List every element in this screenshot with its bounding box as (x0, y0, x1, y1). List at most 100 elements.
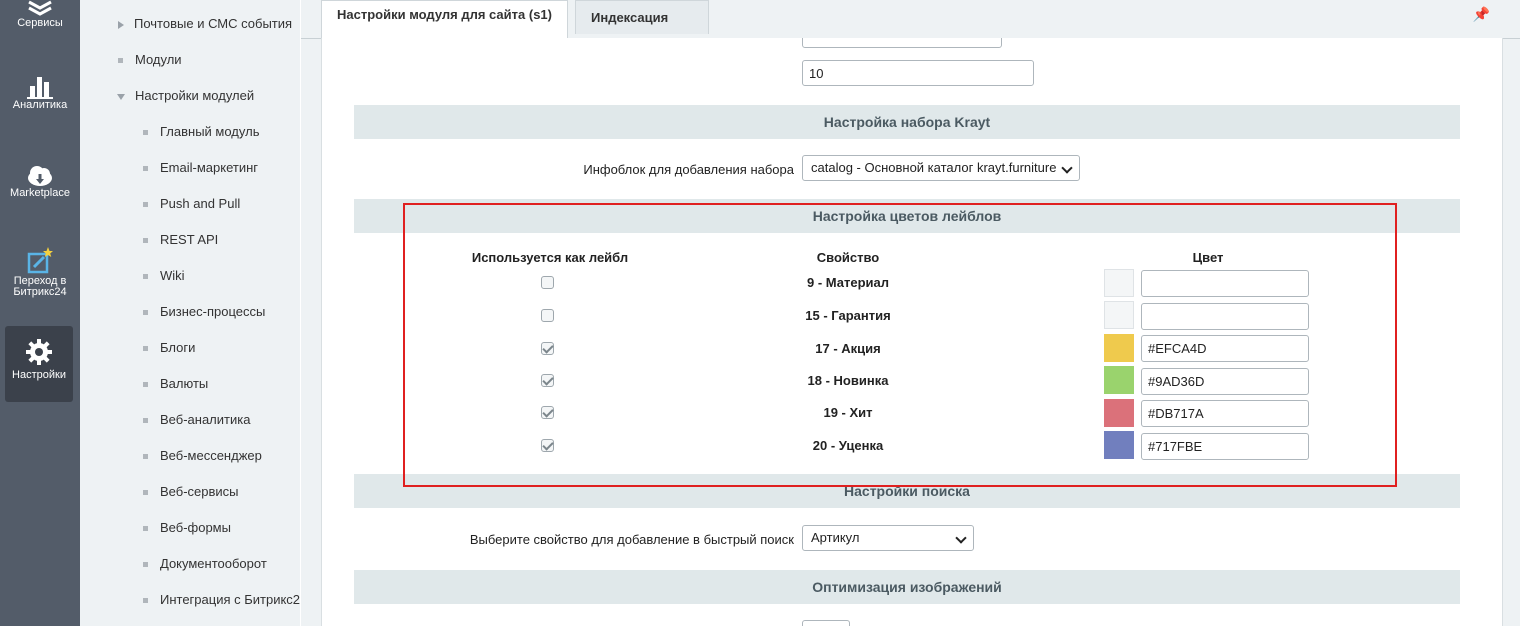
image-option-control[interactable] (802, 620, 850, 626)
menu-item-web-forms[interactable]: Веб-формы (143, 520, 231, 535)
menu-item-label: Настройки модулей (135, 88, 255, 103)
settings-panel: Настройка набора Krayt Инфоблок для доба… (321, 38, 1503, 626)
rail-item-marketplace[interactable]: Marketplace (0, 164, 80, 214)
menu-item-bitrix24-integration[interactable]: Интеграция с Битрикс24 (143, 592, 300, 607)
menu-item-blogs[interactable]: Блоги (143, 340, 195, 355)
bullet-icon (143, 202, 148, 208)
property-name: 15 - Гарантия (805, 308, 891, 323)
search-select-value: Артикул (811, 530, 860, 545)
collapse-arrow-icon[interactable] (117, 93, 125, 100)
search-property-select[interactable]: Артикул (802, 525, 974, 551)
menu-item-business-processes[interactable]: Бизнес-процессы (143, 304, 265, 319)
main-area: Настройки модуля для сайта (s1) Индексац… (301, 0, 1520, 626)
rail-item-settings[interactable]: Настройки (5, 326, 73, 402)
menu-item-label: Wiki (160, 268, 185, 283)
label-checkbox[interactable] (541, 374, 554, 387)
color-swatch[interactable] (1104, 301, 1134, 329)
chevron-down-icon (1061, 162, 1073, 174)
color-swatch[interactable] (1104, 431, 1134, 459)
color-input[interactable] (1141, 303, 1309, 330)
tab-site-settings[interactable]: Настройки модуля для сайта (s1) (321, 0, 568, 39)
bullet-icon (143, 598, 148, 604)
rail-label: Сервисы (17, 17, 63, 29)
bullet-icon (118, 58, 123, 64)
menu-item-push-pull[interactable]: Push and Pull (143, 196, 240, 211)
label-checkbox[interactable] (541, 439, 554, 452)
label-checkbox[interactable] (541, 276, 554, 289)
menu-item-email-marketing[interactable]: Email-маркетинг (143, 160, 258, 175)
color-swatch[interactable] (1104, 269, 1134, 297)
count-input[interactable] (802, 60, 1034, 86)
iblock-select[interactable]: catalog - Основной каталог krayt.furnitu… (802, 155, 1080, 181)
bullet-icon (143, 526, 148, 532)
property-name: 17 - Акция (815, 341, 881, 356)
bullet-icon (143, 310, 148, 316)
bullet-icon (143, 346, 148, 352)
bullet-icon (143, 418, 148, 424)
bullet-icon (143, 454, 148, 460)
col-header-property: Свойство (816, 250, 880, 265)
color-input[interactable] (1141, 400, 1309, 427)
layers-icon (28, 0, 52, 16)
menu-item-rest-api[interactable]: REST API (143, 232, 218, 247)
label-checkbox[interactable] (541, 342, 554, 355)
bullet-icon (143, 562, 148, 568)
menu-item-label: Веб-мессенджер (160, 448, 262, 463)
menu-item-web-analytics[interactable]: Веб-аналитика (143, 412, 250, 427)
menu-item-label: Интеграция с Битрикс24 (160, 592, 300, 607)
color-input[interactable] (1141, 368, 1309, 395)
menu-item-label: Push and Pull (160, 196, 241, 211)
color-input[interactable] (1141, 335, 1309, 362)
menu-item-label: Валюты (160, 376, 209, 391)
property-name: 19 - Хит (823, 405, 873, 420)
gear-icon (26, 339, 52, 365)
settings-menu: Почтовые и СМС события Модули Настройки … (80, 0, 300, 626)
menu-item-label: Почтовые и СМС события (134, 16, 293, 31)
tab-price-indexing[interactable]: Индексация цен (575, 0, 709, 55)
rail-label: Битрикс24 (13, 286, 67, 298)
menu-item-web-services[interactable]: Веб-сервисы (143, 484, 239, 499)
section-search-heading: Настройки поиска (354, 474, 1460, 508)
property-name: 20 - Уценка (812, 438, 884, 453)
search-property-label: Выберите свойство для добавление в быстр… (469, 532, 794, 547)
label-checkbox[interactable] (541, 406, 554, 419)
cloud-download-icon (28, 166, 52, 186)
color-swatch[interactable] (1104, 399, 1134, 427)
section-labels-heading: Настройка цветов лейблов (354, 199, 1460, 233)
bullet-icon (143, 274, 148, 280)
menu-item-currencies[interactable]: Валюты (143, 376, 208, 391)
menu-item-label: Блоги (160, 340, 196, 355)
menu-item-module-settings[interactable]: Настройки модулей (117, 88, 254, 103)
section-images-heading: Оптимизация изображений (354, 570, 1460, 604)
menu-item-label: Веб-формы (160, 520, 231, 535)
menu-item-modules[interactable]: Модули (118, 52, 182, 67)
menu-item-web-messenger[interactable]: Веб-мессенджер (143, 448, 262, 463)
hidden-select[interactable] (802, 38, 1002, 48)
menu-item-label: Документооборот (160, 556, 267, 571)
color-input[interactable] (1141, 270, 1309, 297)
rail-item-bitrix24[interactable]: Переход в Битрикс24 (0, 246, 80, 316)
col-header-used: Используется как лейбл (471, 250, 629, 265)
iblock-label: Инфоблок для добавления набора (583, 162, 794, 177)
rail-label: Marketplace (10, 187, 70, 199)
menu-item-label: Главный модуль (160, 124, 260, 139)
menu-item-main-module[interactable]: Главный модуль (143, 124, 259, 139)
label-checkbox[interactable] (541, 309, 554, 322)
rail-item-analytics[interactable]: Аналитика (0, 74, 80, 124)
tab-bar: Настройки модуля для сайта (s1) Индексац… (301, 0, 1520, 55)
menu-item-wiki[interactable]: Wiki (143, 268, 185, 283)
property-name: 9 - Материал (806, 275, 890, 290)
color-input[interactable] (1141, 433, 1309, 460)
bullet-icon (143, 130, 148, 136)
bullet-icon (143, 166, 148, 172)
rail-item-services[interactable]: Сервисы (0, 0, 80, 44)
menu-item-mail-sms[interactable]: Почтовые и СМС события (118, 16, 292, 31)
menu-item-label: Модули (135, 52, 182, 67)
color-swatch[interactable] (1104, 366, 1134, 394)
color-swatch[interactable] (1104, 334, 1134, 362)
menu-item-docflow[interactable]: Документооборот (143, 556, 267, 571)
property-name: 18 - Новинка (807, 373, 889, 388)
pin-icon[interactable]: 📌 (1473, 6, 1490, 23)
menu-item-label: Веб-сервисы (160, 484, 239, 499)
expand-arrow-icon[interactable] (118, 20, 124, 29)
